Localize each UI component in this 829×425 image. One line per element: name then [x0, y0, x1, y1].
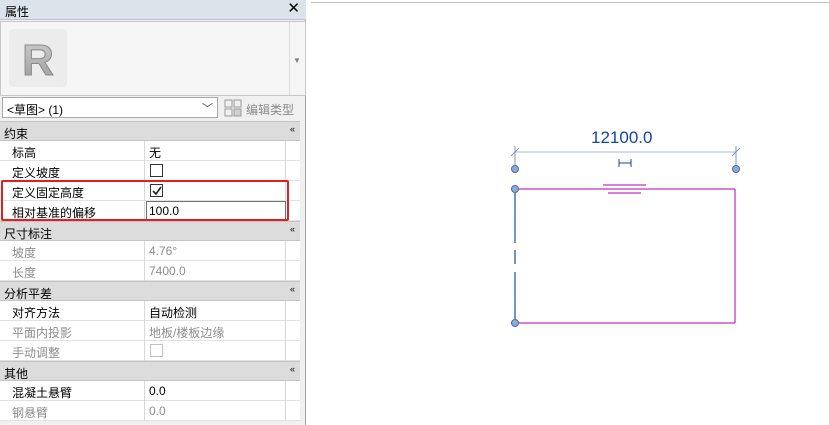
steel-cantilever-value: 0.0	[146, 401, 286, 421]
row-offset-from-base[interactable]: 相对基准的偏移 100.0	[0, 201, 300, 221]
row-define-fixed-height[interactable]: 定义固定高度	[0, 181, 300, 201]
type-preview[interactable]: R ▼	[0, 21, 306, 96]
row-label: 长度	[0, 261, 145, 281]
concrete-cantilever-value[interactable]: 0.0	[146, 381, 286, 401]
category-label: 尺寸标注	[4, 227, 53, 241]
define-fixed-height-checkbox[interactable]	[150, 184, 163, 197]
plan-projection-value: 地板/楼板边缘	[146, 321, 286, 341]
category-dimensions[interactable]: 尺寸标注 «	[0, 221, 300, 241]
selector-row: <草图> (1) ﹀ 编辑类型	[0, 97, 306, 119]
length-value: 7400.0	[146, 261, 286, 281]
define-slope-checkbox[interactable]	[150, 164, 163, 177]
dimension-value[interactable]: 12100.0	[591, 128, 652, 148]
manual-adjust-checkbox	[150, 344, 163, 357]
type-dropdown-scroll[interactable]: ▼	[289, 22, 305, 95]
category-label: 约束	[4, 127, 29, 141]
value-cell	[146, 181, 286, 201]
row-length: 长度 7400.0	[0, 261, 300, 281]
slope-value: 4.76°	[146, 241, 286, 261]
row-label: 钢悬臂	[0, 401, 145, 421]
edit-type-icon	[224, 99, 242, 117]
edit-type-button[interactable]: 编辑类型	[222, 98, 302, 118]
row-label: 定义坡度	[0, 161, 145, 181]
collapse-icon[interactable]: «	[290, 224, 295, 234]
row-label: 混凝土悬臂	[0, 381, 145, 401]
property-grid: 约束 « 标高 无 定义坡度 定义固定高度 相对基准的偏移 100.0 尺寸标注…	[0, 121, 300, 421]
row-label: 定义固定高度	[0, 181, 145, 201]
row-slope: 坡度 4.76°	[0, 241, 300, 261]
row-label: 对齐方法	[0, 301, 145, 321]
category-label: 其他	[4, 367, 29, 381]
row-manual-adjust: 手动调整	[0, 341, 300, 361]
instance-selector[interactable]: <草图> (1) ﹀	[2, 97, 218, 118]
row-level[interactable]: 标高 无	[0, 141, 300, 161]
endpoint-handle[interactable]	[511, 185, 519, 193]
row-plan-projection: 平面内投影 地板/楼板边缘	[0, 321, 300, 341]
drawing-canvas[interactable]: 12100.0	[307, 0, 829, 425]
row-label: 相对基准的偏移	[0, 201, 145, 221]
row-steel-cantilever: 钢悬臂 0.0	[0, 401, 300, 421]
collapse-icon[interactable]: «	[290, 284, 295, 294]
sketch-drawing	[510, 146, 741, 327]
offset-input[interactable]: 100.0	[146, 201, 286, 221]
endpoint-handle[interactable]	[511, 319, 519, 327]
boundary-sketch[interactable]	[515, 188, 736, 324]
row-alignment-method[interactable]: 对齐方法 自动检测	[0, 301, 300, 321]
close-icon[interactable]: ✕	[287, 1, 300, 17]
svg-text:R: R	[22, 36, 54, 85]
endpoint-handle[interactable]	[732, 165, 740, 173]
value-cell	[146, 341, 286, 361]
row-label: 平面内投影	[0, 321, 145, 341]
endpoint-handle[interactable]	[511, 165, 519, 173]
collapse-icon[interactable]: «	[290, 124, 295, 134]
level-value[interactable]: 无	[146, 141, 286, 161]
row-label: 手动调整	[0, 341, 145, 361]
panel-title: 属性	[5, 5, 30, 19]
checkmark-icon	[152, 186, 162, 196]
row-concrete-cantilever[interactable]: 混凝土悬臂 0.0	[0, 381, 300, 401]
family-r-icon: R	[9, 29, 67, 87]
dimension-line[interactable]	[510, 146, 741, 170]
row-label: 标高	[0, 141, 145, 161]
dimension-lock-icon[interactable]	[618, 159, 632, 167]
category-other[interactable]: 其他 «	[0, 361, 300, 381]
value-cell	[146, 161, 286, 181]
chevron-down-icon: ▼	[293, 56, 301, 65]
row-label: 坡度	[0, 241, 145, 261]
edit-type-label: 编辑类型	[246, 103, 295, 117]
chevron-down-icon: ﹀	[202, 103, 213, 115]
row-define-slope[interactable]: 定义坡度	[0, 161, 300, 181]
category-constraints[interactable]: 约束 «	[0, 121, 300, 141]
properties-panel: 属性 ✕ R ▼ <草图> (1) ﹀ 编辑类型 约束 « 标高 无 定义坡度 …	[0, 0, 306, 425]
collapse-icon[interactable]: «	[290, 364, 295, 374]
category-analytical[interactable]: 分析平差 «	[0, 281, 300, 301]
selector-value: <草图> (1)	[7, 103, 64, 117]
category-label: 分析平差	[4, 287, 53, 301]
alignment-method-value[interactable]: 自动检测	[146, 301, 286, 321]
panel-title-bar: 属性 ✕	[0, 0, 306, 20]
